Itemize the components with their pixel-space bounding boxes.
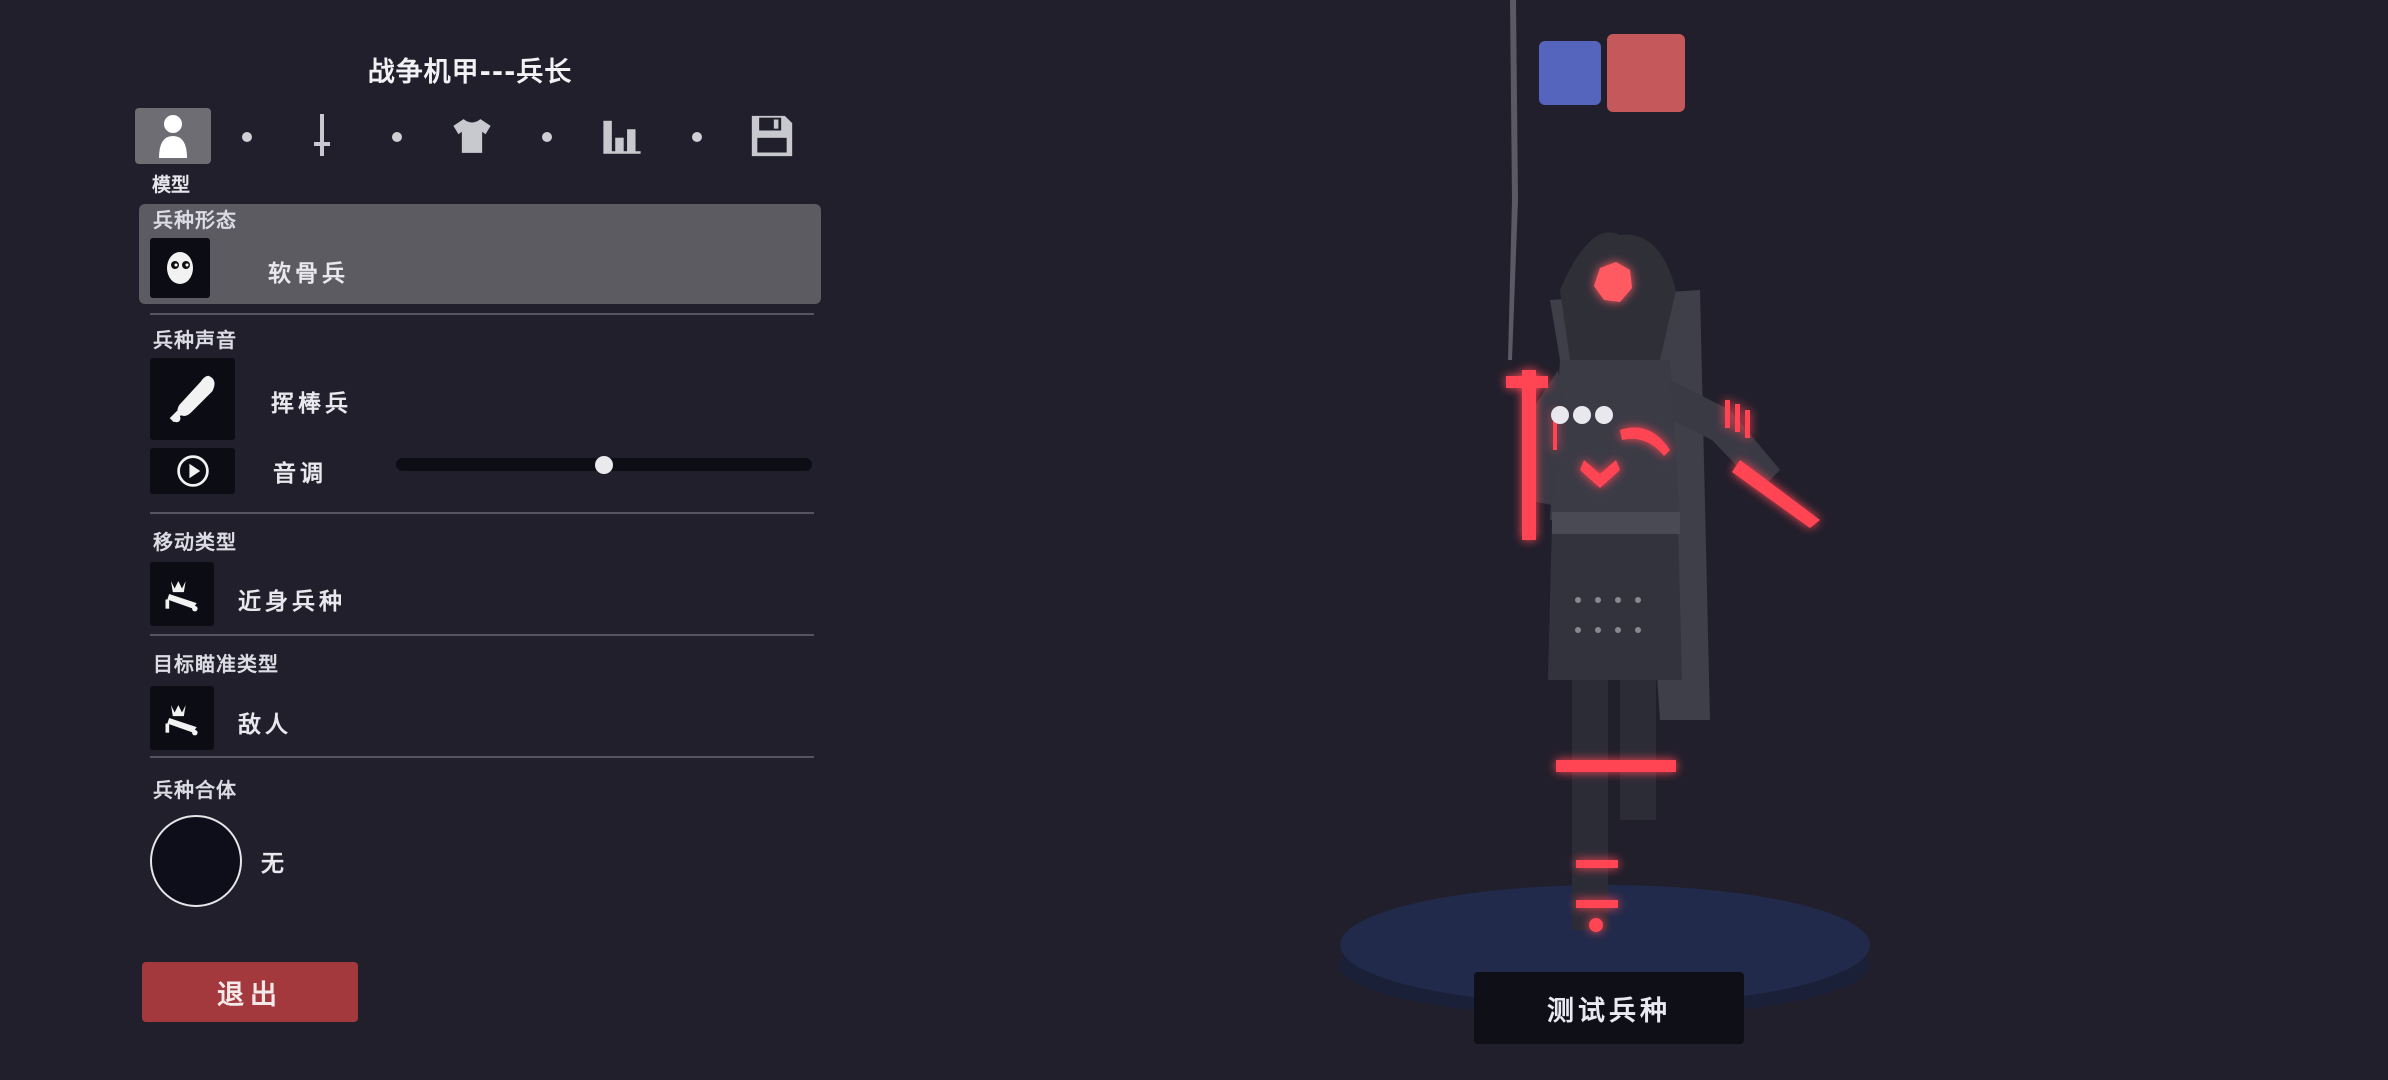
active-tab-label: 模型 xyxy=(152,174,191,196)
movement-type-icon-box[interactable] xyxy=(150,562,214,626)
tab-save[interactable] xyxy=(734,108,810,164)
divider xyxy=(150,756,814,758)
mask-face-icon xyxy=(167,252,193,284)
unit-voice-icon-box[interactable] xyxy=(150,358,235,440)
unit-form-value: 软骨兵 xyxy=(268,261,349,287)
divider xyxy=(150,512,814,514)
shirt-icon xyxy=(453,119,491,153)
club-icon xyxy=(169,375,215,423)
crown-unit-icon xyxy=(165,705,198,736)
tab-separator-dot xyxy=(392,132,402,142)
pitch-slider-handle[interactable] xyxy=(595,456,613,474)
unit-combine-label: 兵种合体 xyxy=(153,778,237,802)
tab-separator-dot xyxy=(542,132,552,142)
unit-combine-value: 无 xyxy=(261,851,288,877)
targeting-type-icon-box[interactable] xyxy=(150,686,214,750)
unit-voice-label: 兵种声音 xyxy=(153,328,237,352)
pitch-label: 音调 xyxy=(273,461,327,487)
stats-icon xyxy=(603,120,641,154)
unit-preview-scene xyxy=(1340,0,1870,1017)
tab-separator-dot xyxy=(242,132,252,142)
play-icon xyxy=(176,455,209,487)
tab-stats[interactable] xyxy=(584,108,660,164)
divider xyxy=(150,634,814,636)
pitch-play-button[interactable] xyxy=(150,448,235,494)
test-unit-button[interactable]: 测试兵种 xyxy=(1474,972,1744,1044)
tab-clothing[interactable] xyxy=(434,108,510,164)
movement-type-label: 移动类型 xyxy=(153,530,237,554)
editor-title: 战争机甲---兵长 xyxy=(367,57,573,88)
person-icon xyxy=(159,115,187,158)
tab-weapons[interactable] xyxy=(284,108,360,164)
tab-model[interactable] xyxy=(135,108,211,164)
movement-type-value: 近身兵种 xyxy=(238,589,346,615)
divider xyxy=(150,313,814,315)
sword-icon xyxy=(314,114,330,156)
unit-combine-slot[interactable] xyxy=(150,815,242,907)
exit-button[interactable]: 退出 xyxy=(142,962,358,1022)
unit-voice-value: 挥棒兵 xyxy=(271,391,352,417)
targeting-type-value: 敌人 xyxy=(238,712,292,738)
unit-form-panel[interactable] xyxy=(139,204,821,304)
targeting-type-label: 目标瞄准类型 xyxy=(153,652,279,676)
unit-form-label: 兵种形态 xyxy=(153,208,237,232)
unit-form-icon-box[interactable] xyxy=(150,238,210,298)
tab-separator-dot xyxy=(692,132,702,142)
crown-unit-icon xyxy=(165,581,198,612)
save-icon xyxy=(751,115,793,157)
